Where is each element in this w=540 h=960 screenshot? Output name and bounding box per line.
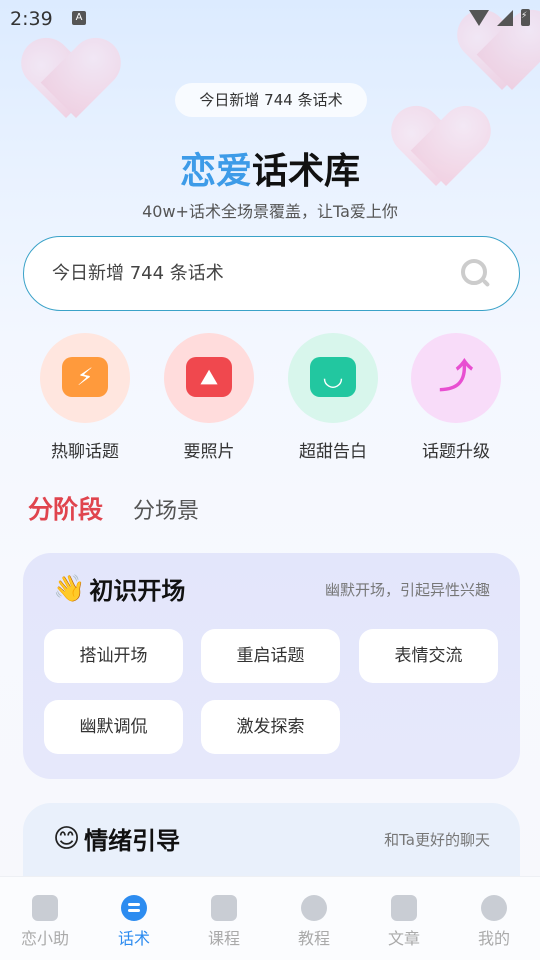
home-icon — [32, 895, 58, 921]
chat-icon — [121, 895, 147, 921]
section-header: 😊 情绪引导 — [53, 821, 180, 856]
chip-humor-tease[interactable]: 幽默调侃 — [44, 700, 183, 754]
nav-label: 课程 — [207, 929, 240, 948]
quick-action-circle: ◡ — [288, 333, 378, 423]
status-bar: 2:39 A — [0, 0, 540, 36]
quick-action-label: 热聊话题 — [51, 442, 119, 462]
compass-icon — [301, 895, 327, 921]
category-tabs: 分阶段 分场景 — [28, 490, 199, 526]
quick-action-circle: ⛰ — [164, 333, 254, 423]
quick-action-ask-photo[interactable]: ⛰ 要照片 — [159, 333, 259, 462]
nav-label: 文章 — [387, 929, 420, 948]
chip-spark-exploration[interactable]: 激发探索 — [201, 700, 340, 754]
quick-action-label: 要照片 — [183, 442, 235, 462]
tab-by-scene[interactable]: 分场景 — [133, 493, 199, 525]
section-title: 情绪引导 — [84, 827, 181, 855]
heart-decoration-left — [26, 40, 106, 120]
section-desc: 幽默开场，引起异性兴趣 — [324, 581, 490, 599]
section-card-opening: 👋 初识开场 幽默开场，引起异性兴趣 搭讪开场 重启话题 表情交流 幽默调侃 激… — [23, 553, 520, 779]
new-count-badge: 今日新增 744 条话术 — [175, 83, 367, 117]
title-accent: 恋爱 — [179, 151, 252, 192]
chip-restart-topic[interactable]: 重启话题 — [201, 629, 340, 683]
lightning-chat-icon: ⚡ — [62, 357, 108, 397]
quick-action-circle: ⚡ — [40, 333, 130, 423]
nav-label: 我的 — [477, 929, 510, 948]
nav-profile[interactable]: 我的 — [459, 891, 529, 949]
upgrade-arrow-icon: ⤴ — [439, 357, 473, 397]
page-title: 恋爱话术库 — [0, 142, 540, 194]
nav-articles[interactable]: 文章 — [369, 891, 439, 949]
smile-chat-icon: ◡ — [310, 357, 356, 397]
quick-action-circle: ⤴ — [411, 333, 501, 423]
quick-action-sweet-confession[interactable]: ◡ 超甜告白 — [283, 333, 383, 462]
nav-tutorials[interactable]: 教程 — [279, 891, 349, 949]
nav-label: 教程 — [297, 929, 330, 948]
smiling-face-icon: 😊 — [53, 823, 81, 854]
photo-icon: ⛰ — [186, 357, 232, 397]
nav-courses[interactable]: 课程 — [189, 891, 259, 949]
status-icons — [469, 9, 530, 26]
wifi-icon — [469, 9, 489, 26]
notification-a-icon: A — [72, 11, 86, 25]
section-header: 👋 初识开场 — [53, 571, 185, 606]
chip-emoji-exchange[interactable]: 表情交流 — [359, 629, 498, 683]
quick-action-topic-upgrade[interactable]: ⤴ 话题升级 — [406, 333, 506, 462]
quick-action-hot-topics[interactable]: ⚡ 热聊话题 — [35, 333, 135, 462]
nav-scripts[interactable]: 话术 — [99, 891, 169, 949]
battery-charging-icon — [521, 9, 530, 26]
page-subtitle: 40w+话术全场景覆盖，让Ta爱上你 — [142, 202, 398, 221]
chip-pickup-opening[interactable]: 搭讪开场 — [44, 629, 183, 683]
quick-actions: ⚡ 热聊话题 ⛰ 要照片 ◡ 超甜告白 ⤴ 话题升级 — [0, 333, 540, 463]
section-title: 初识开场 — [89, 577, 186, 605]
nav-label: 恋小助 — [20, 929, 69, 948]
section-desc: 和Ta更好的聊天 — [384, 831, 490, 849]
search-bar[interactable] — [23, 236, 520, 311]
search-input[interactable] — [52, 237, 462, 310]
quick-action-label: 话题升级 — [422, 442, 490, 462]
signal-icon — [497, 9, 513, 26]
nav-home[interactable]: 恋小助 — [10, 891, 80, 949]
course-icon — [211, 895, 237, 921]
title-rest: 话术库 — [252, 151, 361, 192]
nav-label: 话术 — [117, 929, 150, 948]
profile-icon — [481, 895, 507, 921]
status-time: 2:39 — [10, 8, 53, 30]
article-icon — [391, 895, 417, 921]
tab-by-stage[interactable]: 分阶段 — [28, 490, 103, 526]
bottom-nav: 恋小助 话术 课程 教程 文章 我的 — [0, 876, 540, 960]
search-icon[interactable] — [461, 259, 487, 285]
quick-action-label: 超甜告白 — [299, 442, 367, 462]
waving-hand-icon: 👋 — [53, 573, 86, 604]
